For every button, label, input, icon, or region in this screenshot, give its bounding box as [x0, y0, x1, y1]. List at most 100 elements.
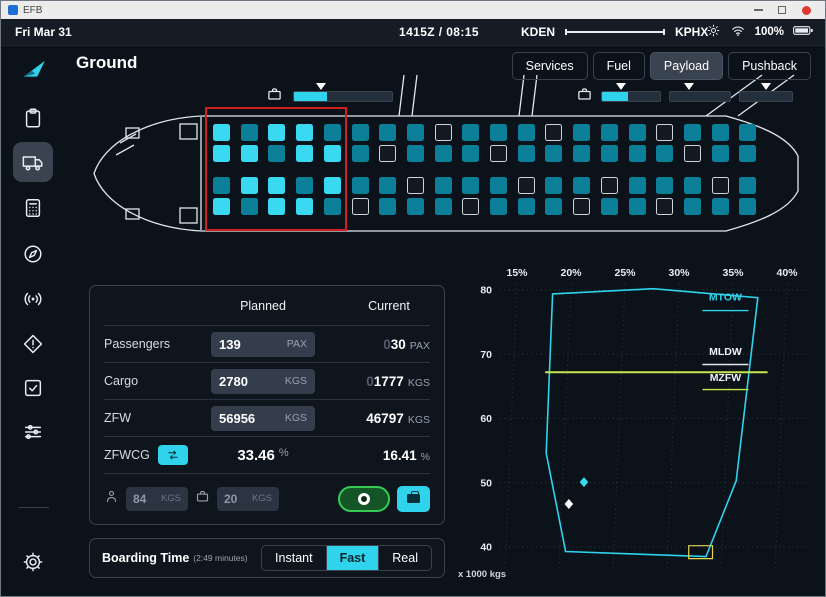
seat[interactable]: [296, 198, 313, 215]
seat[interactable]: [573, 145, 590, 162]
sidebar-item-performance[interactable]: [13, 188, 53, 228]
seat[interactable]: [545, 198, 562, 215]
seat[interactable]: [379, 145, 396, 162]
sidebar-item-checklists[interactable]: [13, 368, 53, 408]
seat[interactable]: [296, 177, 313, 194]
seat[interactable]: [213, 198, 230, 215]
seat[interactable]: [462, 198, 479, 215]
cargo-target-marker[interactable]: [761, 83, 771, 90]
seat[interactable]: [296, 145, 313, 162]
seat[interactable]: [601, 198, 618, 215]
passengers-planned-input[interactable]: 139PAX: [211, 332, 315, 357]
seat[interactable]: [573, 198, 590, 215]
seat[interactable]: [435, 198, 452, 215]
tab-pushback[interactable]: Pushback: [728, 52, 811, 80]
seat[interactable]: [490, 198, 507, 215]
minimize-button[interactable]: [746, 1, 770, 19]
seat[interactable]: [462, 145, 479, 162]
seat[interactable]: [656, 145, 673, 162]
seat[interactable]: [324, 124, 341, 141]
tab-fuel[interactable]: Fuel: [593, 52, 645, 80]
seat[interactable]: [241, 124, 258, 141]
seat[interactable]: [656, 177, 673, 194]
seat[interactable]: [213, 145, 230, 162]
seat[interactable]: [629, 177, 646, 194]
cargo-load-bar[interactable]: [739, 91, 793, 102]
seat[interactable]: [213, 177, 230, 194]
seat[interactable]: [435, 177, 452, 194]
seat[interactable]: [462, 124, 479, 141]
seat[interactable]: [601, 177, 618, 194]
seat[interactable]: [462, 177, 479, 194]
boarding-toggle-button[interactable]: [338, 486, 390, 512]
seat[interactable]: [490, 145, 507, 162]
cargo-load-button[interactable]: [397, 486, 430, 512]
seat[interactable]: [545, 177, 562, 194]
seat[interactable]: [379, 124, 396, 141]
bag-weight-input[interactable]: 20KGS: [217, 487, 279, 511]
seat[interactable]: [684, 198, 701, 215]
seat[interactable]: [379, 198, 396, 215]
seat[interactable]: [324, 177, 341, 194]
seat[interactable]: [407, 177, 424, 194]
seat[interactable]: [739, 145, 756, 162]
seat[interactable]: [656, 198, 673, 215]
seat[interactable]: [324, 145, 341, 162]
zfw-planned-input[interactable]: 56956KGS: [211, 406, 315, 431]
seat[interactable]: [352, 124, 369, 141]
sidebar-item-ground[interactable]: [13, 142, 53, 182]
seat[interactable]: [629, 145, 646, 162]
sidebar-item-settings[interactable]: [13, 542, 53, 582]
seat[interactable]: [684, 124, 701, 141]
seat[interactable]: [601, 145, 618, 162]
seat[interactable]: [545, 145, 562, 162]
seat[interactable]: [573, 177, 590, 194]
seat[interactable]: [518, 177, 535, 194]
sidebar-item-failures[interactable]: [13, 324, 53, 364]
sidebar-item-presets[interactable]: [13, 412, 53, 452]
seat[interactable]: [518, 124, 535, 141]
seat[interactable]: [545, 124, 562, 141]
seat[interactable]: [352, 177, 369, 194]
seat[interactable]: [629, 124, 646, 141]
seat[interactable]: [712, 198, 729, 215]
seat[interactable]: [379, 177, 396, 194]
pax-weight-input[interactable]: 84KGS: [126, 487, 188, 511]
seat[interactable]: [241, 198, 258, 215]
seat[interactable]: [573, 124, 590, 141]
seat[interactable]: [739, 198, 756, 215]
cargo-load-bar[interactable]: [601, 91, 661, 102]
seat[interactable]: [601, 124, 618, 141]
seat[interactable]: [241, 177, 258, 194]
cg-swap-button[interactable]: [158, 445, 188, 465]
cargo-load-bar[interactable]: [669, 91, 731, 102]
seat[interactable]: [490, 177, 507, 194]
cargo-target-marker[interactable]: [684, 83, 694, 90]
seat[interactable]: [712, 177, 729, 194]
tab-payload[interactable]: Payload: [650, 52, 723, 80]
boarding-mode-real[interactable]: Real: [378, 546, 431, 570]
seat[interactable]: [518, 145, 535, 162]
seat[interactable]: [213, 124, 230, 141]
seat[interactable]: [296, 124, 313, 141]
tab-services[interactable]: Services: [512, 52, 588, 80]
sidebar-item-atc[interactable]: [13, 279, 53, 319]
boarding-mode-instant[interactable]: Instant: [262, 546, 326, 570]
seat[interactable]: [684, 145, 701, 162]
quick-settings-icon[interactable]: [706, 23, 721, 41]
seat[interactable]: [407, 124, 424, 141]
sidebar-item-dispatch[interactable]: [13, 98, 53, 138]
cargo-target-marker[interactable]: [616, 83, 626, 90]
cargo-planned-input[interactable]: 2780KGS: [211, 369, 315, 394]
seat[interactable]: [268, 198, 285, 215]
seat[interactable]: [629, 198, 646, 215]
seat[interactable]: [712, 145, 729, 162]
cargo-target-marker[interactable]: [316, 83, 326, 90]
seat[interactable]: [490, 124, 507, 141]
cargo-load-bar[interactable]: [293, 91, 393, 102]
seat[interactable]: [518, 198, 535, 215]
seat[interactable]: [435, 124, 452, 141]
boarding-mode-fast[interactable]: Fast: [326, 546, 379, 570]
sidebar-item-navigation[interactable]: [13, 234, 53, 274]
wifi-icon[interactable]: [730, 23, 746, 41]
